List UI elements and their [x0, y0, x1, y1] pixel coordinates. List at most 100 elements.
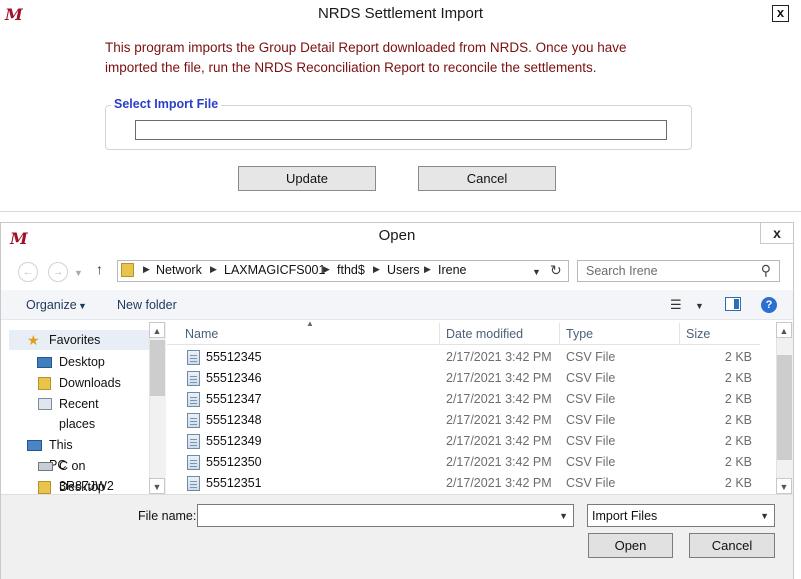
import-window-close-button[interactable]: x: [772, 5, 789, 22]
column-divider[interactable]: [679, 323, 680, 345]
csv-file-icon: [187, 413, 200, 428]
file-date: 2/17/2021 3:42 PM: [446, 476, 552, 490]
file-row[interactable]: 55512347 2/17/2021 3:42 PM CSV File 2 KB: [167, 389, 760, 410]
folder-icon: [121, 263, 134, 277]
breadcrumb-separator-icon: ▶: [323, 264, 330, 274]
file-date: 2/17/2021 3:42 PM: [446, 413, 552, 427]
forward-arrow-icon[interactable]: →: [48, 262, 68, 282]
file-size: 2 KB: [724, 434, 752, 448]
file-type-dropdown-icon[interactable]: ▼: [760, 511, 769, 521]
breadcrumb-share[interactable]: fthd$: [337, 263, 365, 277]
column-size[interactable]: Size: [686, 327, 710, 341]
column-divider[interactable]: [439, 323, 440, 345]
csv-file-icon: [187, 455, 200, 470]
csv-file-icon: [187, 371, 200, 386]
organize-chevron-icon[interactable]: ▼: [78, 301, 87, 311]
csv-file-icon: [187, 476, 200, 491]
open-dialog-close-button[interactable]: x: [760, 222, 794, 244]
import-file-group-label: Select Import File: [111, 97, 222, 111]
file-date: 2/17/2021 3:42 PM: [446, 350, 552, 364]
breadcrumb-users[interactable]: Users: [387, 263, 420, 277]
nav-scroll-thumb[interactable]: [150, 340, 165, 396]
nav-recent-label: Recent places: [59, 397, 99, 431]
breadcrumb-separator-icon: ▶: [424, 264, 431, 274]
file-name: 55512348: [206, 413, 262, 427]
file-scroll-thumb[interactable]: [777, 355, 792, 460]
preview-pane-icon[interactable]: [725, 297, 741, 311]
file-name: 55512351: [206, 476, 262, 490]
drive-icon: [38, 462, 53, 471]
file-row[interactable]: 55512350 2/17/2021 3:42 PM CSV File 2 KB: [167, 452, 760, 473]
column-name[interactable]: Name: [185, 327, 218, 341]
help-icon[interactable]: ?: [761, 297, 777, 313]
view-chevron-icon[interactable]: ▼: [695, 301, 704, 311]
import-cancel-button[interactable]: Cancel: [418, 166, 556, 191]
file-row[interactable]: 55512349 2/17/2021 3:42 PM CSV File 2 KB: [167, 431, 760, 452]
search-box[interactable]: Search Irene ⚲: [577, 260, 780, 282]
sort-ascending-icon: ▲: [306, 319, 314, 328]
up-arrow-icon[interactable]: ↑: [96, 261, 103, 277]
computer-icon: [27, 440, 42, 451]
file-type: CSV File: [566, 434, 616, 448]
recent-places-icon: [38, 398, 52, 410]
navigation-pane: ★ Favorites Desktop Downloads Recent pla…: [9, 322, 149, 494]
file-type: CSV File: [566, 476, 616, 490]
breadcrumb-separator-icon: ▶: [210, 264, 217, 274]
file-type: CSV File: [566, 371, 616, 385]
file-name-label: File name:: [138, 509, 197, 523]
new-folder-button[interactable]: New folder: [117, 298, 177, 312]
column-divider[interactable]: [559, 323, 560, 345]
file-type: CSV File: [566, 392, 616, 406]
file-type: CSV File: [566, 413, 616, 427]
file-row[interactable]: 55512348 2/17/2021 3:42 PM CSV File 2 KB: [167, 410, 760, 431]
file-row[interactable]: 55512351 2/17/2021 3:42 PM CSV File 2 KB: [167, 473, 760, 494]
file-name-dropdown-icon[interactable]: ▼: [559, 511, 568, 521]
desktop-folder-icon: [38, 481, 51, 494]
refresh-icon[interactable]: ↻: [550, 262, 562, 279]
file-name: 55512345: [206, 350, 262, 364]
breadcrumb-server[interactable]: LAXMAGICFS001: [224, 263, 325, 277]
nav-scroll-down-icon[interactable]: ▼: [149, 478, 165, 494]
recent-locations-chevron-icon[interactable]: ▼: [74, 268, 83, 278]
address-dropdown-icon[interactable]: ▼: [532, 267, 541, 277]
file-size: 2 KB: [724, 413, 752, 427]
search-icon[interactable]: ⚲: [761, 262, 771, 279]
file-row[interactable]: 55512346 2/17/2021 3:42 PM CSV File 2 KB: [167, 368, 760, 389]
search-placeholder: Search Irene: [586, 264, 658, 278]
file-name: 55512347: [206, 392, 262, 406]
import-instructions: This program imports the Group Detail Re…: [105, 38, 705, 77]
file-size: 2 KB: [724, 350, 752, 364]
csv-file-icon: [187, 392, 200, 407]
organize-button[interactable]: Organize: [26, 298, 77, 312]
file-scroll-down-icon[interactable]: ▼: [776, 478, 792, 494]
file-name-input[interactable]: ▼: [197, 504, 574, 527]
breadcrumb-separator-icon: ▶: [143, 264, 150, 274]
file-type: CSV File: [566, 455, 616, 469]
open-button[interactable]: Open: [588, 533, 673, 558]
file-row[interactable]: 55512345 2/17/2021 3:42 PM CSV File 2 KB: [167, 347, 760, 368]
back-arrow-icon[interactable]: ←: [18, 262, 38, 282]
nav-desktop-2-label: Desktop: [59, 480, 105, 494]
desktop-icon: [37, 357, 52, 368]
nav-scroll-up-icon[interactable]: ▲: [149, 322, 165, 338]
csv-file-icon: [187, 350, 200, 365]
file-name: 55512350: [206, 455, 262, 469]
dialog-cancel-button[interactable]: Cancel: [689, 533, 775, 558]
nav-favorites[interactable]: ★ Favorites: [9, 330, 149, 350]
update-button[interactable]: Update: [238, 166, 376, 191]
nav-downloads-label: Downloads: [59, 376, 121, 390]
file-type-filter[interactable]: Import Files ▼: [587, 504, 775, 527]
breadcrumb-irene[interactable]: Irene: [438, 263, 467, 277]
import-window-title: NRDS Settlement Import: [317, 5, 484, 22]
file-date: 2/17/2021 3:42 PM: [446, 434, 552, 448]
breadcrumb-network[interactable]: Network: [156, 263, 202, 277]
breadcrumb-separator-icon: ▶: [373, 264, 380, 274]
column-date-modified[interactable]: Date modified: [446, 327, 523, 341]
column-type[interactable]: Type: [566, 327, 593, 341]
file-size: 2 KB: [724, 455, 752, 469]
import-file-input[interactable]: [135, 120, 667, 140]
view-details-icon[interactable]: ☰: [670, 297, 682, 313]
nav-desktop-label: Desktop: [59, 355, 105, 369]
file-scroll-up-icon[interactable]: ▲: [776, 322, 792, 338]
import-instructions-line2: imported the file, run the NRDS Reconcil…: [105, 59, 597, 75]
